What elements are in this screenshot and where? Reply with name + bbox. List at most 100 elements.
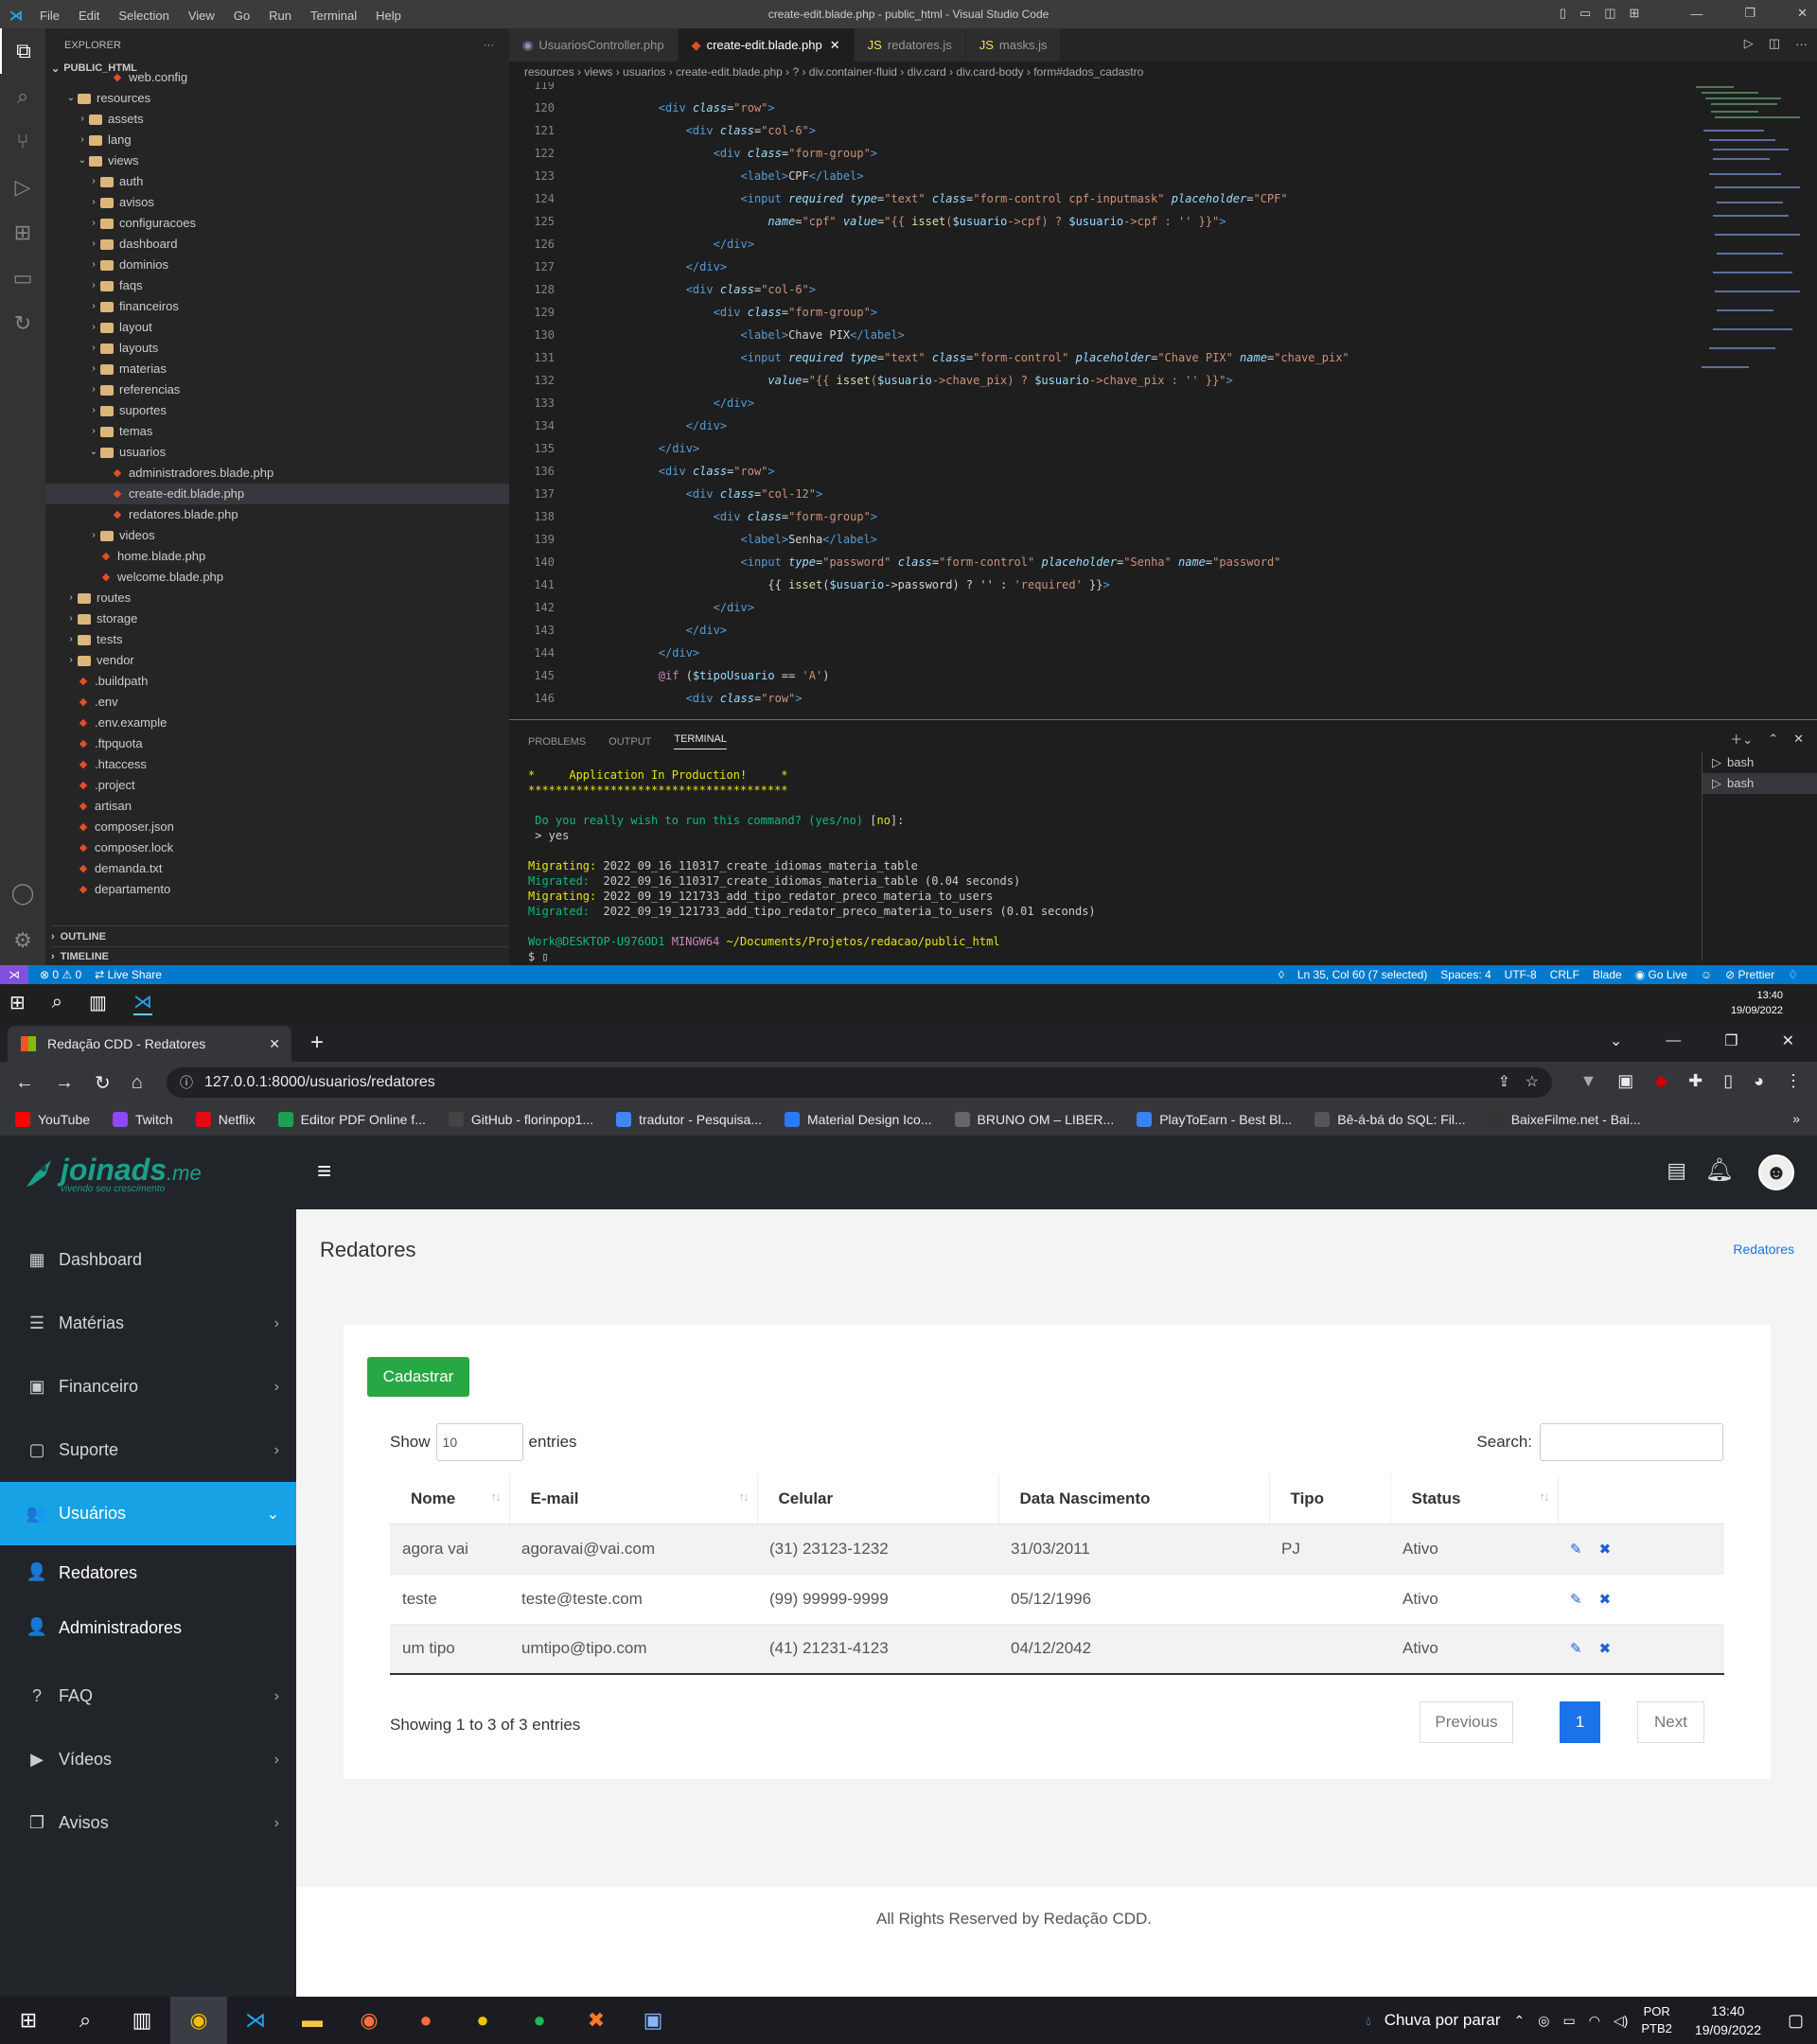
sidebar-item-administradores[interactable]: 👤 Administradores: [0, 1600, 296, 1655]
folder-item[interactable]: ⌄ usuarios: [45, 442, 509, 463]
source-control-icon[interactable]: ⑂: [0, 119, 45, 165]
split-editor-icon[interactable]: ◫: [1769, 36, 1780, 51]
sort-icon[interactable]: ↑↓: [1540, 1489, 1550, 1504]
file-item[interactable]: ◆ create-edit.blade.php: [45, 484, 509, 504]
more-bookmarks-icon[interactable]: »: [1792, 1111, 1800, 1126]
reload-icon[interactable]: ↻: [95, 1071, 111, 1095]
column-header[interactable]: Status ↑↓: [1389, 1474, 1558, 1524]
go-live-button[interactable]: ◉ Go Live: [1635, 968, 1687, 981]
terminal-instance[interactable]: ▷ bash: [1702, 752, 1817, 773]
bookmark-item[interactable]: BRUNO OM – LIBER...: [954, 1112, 1114, 1127]
folder-item[interactable]: › videos: [45, 525, 509, 546]
extensions-icon[interactable]: ⊞: [0, 210, 45, 256]
file-item[interactable]: ◆ .htaccess: [45, 754, 509, 775]
sort-icon[interactable]: ↑↓: [491, 1489, 502, 1504]
weather-text[interactable]: Chuva por parar: [1385, 2011, 1501, 2030]
file-item[interactable]: ◆ web.config: [45, 67, 509, 88]
new-terminal-icon[interactable]: ＋⌄: [1730, 730, 1753, 748]
sidebar-item-materias[interactable]: ☰ Matérias ›: [0, 1292, 296, 1355]
address-bar[interactable]: ⓘ 127.0.0.1:8000/usuarios/redatores ⇪ ☆: [167, 1067, 1552, 1098]
file-item[interactable]: ◆ departamento: [45, 879, 509, 900]
search-icon[interactable]: ⌕: [52, 992, 62, 1013]
back-icon[interactable]: ←: [15, 1072, 34, 1094]
new-tab-button[interactable]: +: [310, 1030, 324, 1056]
customize-layout-icon[interactable]: ⊞: [1630, 6, 1640, 21]
share-icon[interactable]: ⇪: [1498, 1067, 1510, 1098]
tab-search-icon[interactable]: ⌄: [1610, 1031, 1622, 1050]
live-share-button[interactable]: ⇄ Live Share: [95, 968, 162, 981]
close-tab-icon[interactable]: ✕: [830, 38, 840, 53]
gear-icon[interactable]: ⚙: [0, 918, 45, 963]
sidebar-item-redatores[interactable]: 👤 Redatores: [0, 1545, 296, 1600]
remote-explorer-icon[interactable]: ▭: [0, 256, 45, 301]
line-ending[interactable]: CRLF: [1550, 968, 1579, 981]
folder-item[interactable]: › financeiros: [45, 296, 509, 317]
sidebar-item-financeiro[interactable]: ▣ Financeiro ›: [0, 1355, 296, 1418]
volume-icon[interactable]: ◁): [1614, 2013, 1628, 2029]
terminal-output[interactable]: * Application In Production! * *********…: [528, 767, 1096, 964]
site-info-icon[interactable]: ⓘ: [180, 1067, 193, 1098]
firefox-icon[interactable]: ◉: [341, 1997, 397, 2044]
bookmark-item[interactable]: Bê-á-bá do SQL: Fil...: [1314, 1112, 1466, 1127]
folder-item[interactable]: › auth: [45, 171, 509, 192]
more-actions-icon[interactable]: ···: [1795, 37, 1808, 51]
search-input[interactable]: [1540, 1423, 1723, 1461]
image-app-icon[interactable]: ▣: [625, 1997, 681, 2044]
avatar[interactable]: ☻: [1758, 1154, 1794, 1190]
notifications-status-icon[interactable]: ◊: [1279, 968, 1284, 981]
minimize-button[interactable]: —: [1666, 1032, 1681, 1049]
editor-breadcrumb[interactable]: resources › views › usuarios › create-ed…: [509, 62, 1817, 82]
restore-button[interactable]: ❐: [1724, 1031, 1738, 1050]
browser-tab[interactable]: Redação CDD - Redatores ✕: [8, 1026, 291, 1062]
breadcrumb[interactable]: Redatores: [1733, 1242, 1794, 1257]
file-item[interactable]: ◆ artisan: [45, 796, 509, 817]
column-header[interactable]: Tipo: [1268, 1474, 1390, 1524]
folder-item[interactable]: › faqs: [45, 275, 509, 296]
spotify-icon[interactable]: ●: [511, 1997, 568, 2044]
sidebar-item-videos[interactable]: ▶ Vídeos ›: [0, 1728, 296, 1791]
chrome-taskbar-icon[interactable]: ◉: [170, 1997, 227, 2044]
meet-now-icon[interactable]: ◎: [1538, 2013, 1549, 2029]
layout-panel-icon[interactable]: ▭: [1579, 6, 1591, 21]
folder-item[interactable]: › temas: [45, 421, 509, 442]
clock[interactable]: 13:40 19/09/2022: [1695, 2001, 1761, 2039]
folder-item[interactable]: › storage: [45, 608, 509, 629]
folder-item[interactable]: › avisos: [45, 192, 509, 213]
workspace-root[interactable]: PUBLIC_HTML: [63, 62, 137, 74]
column-header[interactable]: E-mail ↑↓: [508, 1474, 757, 1524]
file-item[interactable]: ◆ composer.json: [45, 817, 509, 837]
profile-avatar-icon[interactable]: ◕: [1754, 1071, 1764, 1091]
code-editor[interactable]: 119 120 <div class="row"> 121 <div class="…: [509, 82, 1692, 718]
notification-center-icon[interactable]: ▢: [1788, 2011, 1804, 2031]
sidebar-item-dashboard[interactable]: ▦ Dashboard: [0, 1228, 296, 1292]
account-icon[interactable]: ◯: [0, 871, 45, 916]
postman-icon[interactable]: ●: [397, 1997, 454, 2044]
sidebar-item-avisos[interactable]: ❐ Avisos ›: [0, 1791, 296, 1855]
edit-pencil-icon[interactable]: ✎: [1570, 1592, 1582, 1608]
panel-tab-problems[interactable]: PROBLEMS: [528, 736, 586, 748]
file-item[interactable]: ◆ .project: [45, 775, 509, 796]
task-view-icon[interactable]: ▥: [89, 991, 107, 1014]
sidebar-item-suporte[interactable]: ▢ Suporte ›: [0, 1418, 296, 1482]
folder-item[interactable]: › dashboard: [45, 234, 509, 255]
folder-item[interactable]: › materias: [45, 359, 509, 379]
sort-icon[interactable]: ↑↓: [739, 1489, 750, 1504]
run-debug-icon[interactable]: ▷: [0, 165, 45, 210]
chat-icon[interactable]: ▤: [1667, 1158, 1686, 1183]
folder-item[interactable]: ⌄ views: [45, 150, 509, 171]
minimize-button[interactable]: —: [1690, 7, 1702, 21]
app-b-icon[interactable]: ●: [454, 1997, 511, 2044]
editor-tab[interactable]: JS redatores.js: [854, 28, 966, 62]
edit-pencil-icon[interactable]: ✎: [1570, 1641, 1582, 1657]
vue-devtools-icon[interactable]: ▼: [1579, 1071, 1596, 1091]
weather-icon[interactable]: 💧︎: [1366, 2013, 1371, 2029]
extensions-puzzle-icon[interactable]: ✚: [1688, 1071, 1702, 1091]
column-header[interactable]: Nome ↑↓: [390, 1474, 509, 1524]
folder-item[interactable]: › referencias: [45, 379, 509, 400]
folder-item[interactable]: › lang: [45, 130, 509, 150]
folder-item[interactable]: › layout: [45, 317, 509, 338]
folder-item[interactable]: › vendor: [45, 650, 509, 671]
app-logo[interactable]: joinads.me vivendo seu crescimento: [23, 1153, 202, 1194]
language-indicator[interactable]: POR PTB2: [1641, 2003, 1672, 2037]
more-actions-icon[interactable]: ···: [484, 40, 494, 51]
